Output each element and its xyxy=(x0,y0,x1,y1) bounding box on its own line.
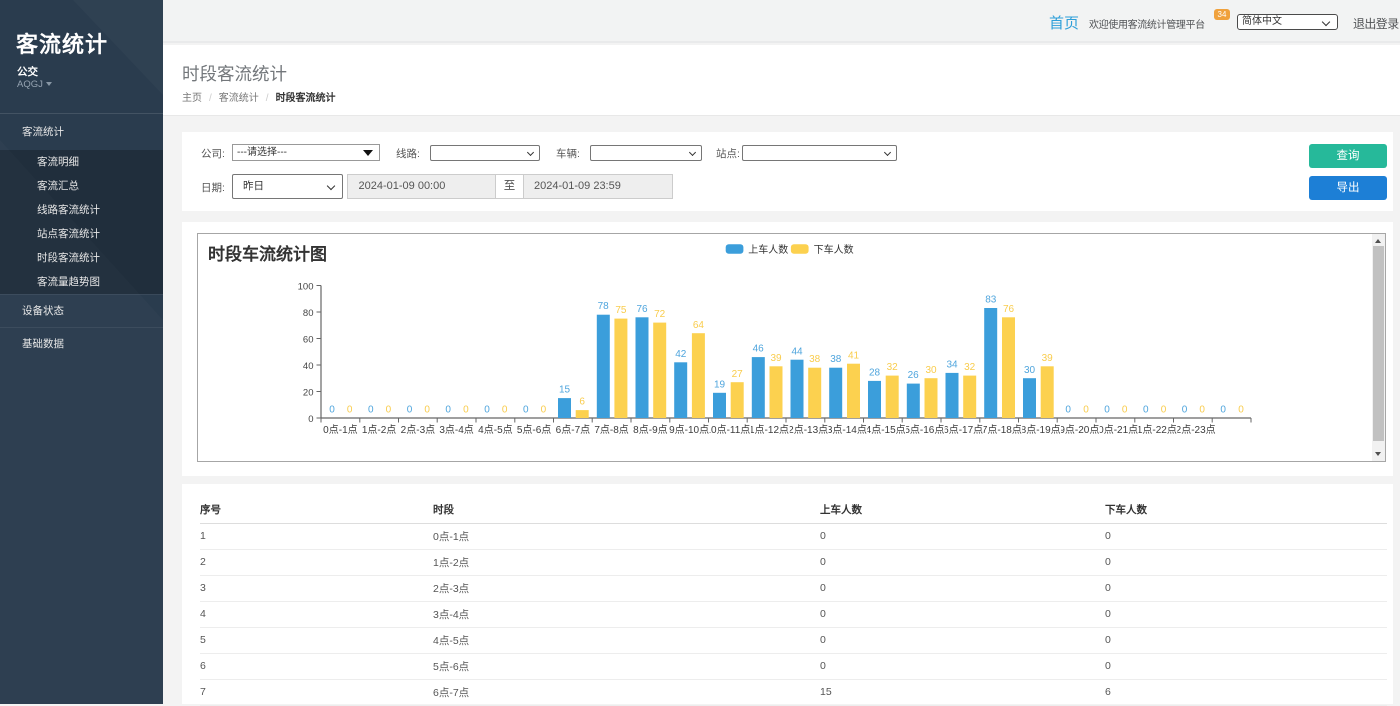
svg-text:64: 64 xyxy=(693,320,705,331)
svg-text:0: 0 xyxy=(523,405,529,416)
svg-text:39: 39 xyxy=(1042,353,1054,364)
svg-text:5点-6点: 5点-6点 xyxy=(517,424,551,436)
svg-text:75: 75 xyxy=(615,305,627,316)
svg-text:46: 46 xyxy=(753,344,765,355)
svg-text:2点-3点: 2点-3点 xyxy=(401,424,435,436)
svg-text:32: 32 xyxy=(887,362,899,373)
svg-text:0: 0 xyxy=(1161,405,1167,416)
svg-text:100: 100 xyxy=(298,282,314,293)
svg-text:78: 78 xyxy=(598,301,610,312)
svg-text:30: 30 xyxy=(925,365,937,376)
svg-text:0: 0 xyxy=(347,405,353,416)
svg-text:0: 0 xyxy=(1083,405,1089,416)
svg-text:41: 41 xyxy=(848,350,860,361)
svg-text:8点-9点: 8点-9点 xyxy=(633,424,667,436)
svg-text:76: 76 xyxy=(636,304,648,315)
svg-text:76: 76 xyxy=(1003,304,1015,315)
svg-text:0: 0 xyxy=(541,405,547,416)
svg-text:0: 0 xyxy=(1104,405,1110,416)
svg-text:26: 26 xyxy=(908,370,920,381)
svg-text:0: 0 xyxy=(1220,405,1226,416)
svg-text:0: 0 xyxy=(407,405,413,416)
svg-text:0: 0 xyxy=(1199,405,1205,416)
svg-text:6: 6 xyxy=(579,397,585,408)
svg-text:38: 38 xyxy=(830,354,842,365)
svg-text:上车人数: 上车人数 xyxy=(748,243,788,256)
svg-text:60: 60 xyxy=(303,335,314,346)
svg-text:39: 39 xyxy=(770,353,782,364)
svg-text:44: 44 xyxy=(791,346,803,357)
svg-text:0: 0 xyxy=(1182,405,1188,416)
svg-text:0: 0 xyxy=(484,405,490,416)
svg-text:0: 0 xyxy=(1122,405,1128,416)
svg-text:80: 80 xyxy=(303,308,314,319)
svg-text:7点-8点: 7点-8点 xyxy=(594,424,628,436)
svg-text:0: 0 xyxy=(502,405,508,416)
svg-text:10点-11点: 10点-11点 xyxy=(705,424,750,436)
svg-text:83: 83 xyxy=(985,295,997,306)
svg-text:28: 28 xyxy=(869,368,881,379)
svg-text:30: 30 xyxy=(1024,365,1036,376)
svg-text:0: 0 xyxy=(1143,405,1149,416)
svg-text:0: 0 xyxy=(368,405,374,416)
svg-text:9点-10点: 9点-10点 xyxy=(669,424,709,436)
svg-text:0: 0 xyxy=(445,405,451,416)
svg-text:0: 0 xyxy=(308,414,313,425)
svg-text:下车人数: 下车人数 xyxy=(814,243,854,256)
svg-text:38: 38 xyxy=(809,354,821,365)
svg-text:3点-4点: 3点-4点 xyxy=(439,424,473,436)
svg-text:6点-7点: 6点-7点 xyxy=(556,424,590,436)
svg-text:20: 20 xyxy=(303,388,314,399)
svg-text:0: 0 xyxy=(1238,405,1244,416)
svg-text:4点-5点: 4点-5点 xyxy=(478,424,512,436)
svg-text:40: 40 xyxy=(303,361,314,372)
svg-text:27: 27 xyxy=(732,369,744,380)
svg-text:42: 42 xyxy=(675,349,687,360)
svg-text:15: 15 xyxy=(559,385,571,396)
svg-text:0: 0 xyxy=(329,405,335,416)
svg-text:72: 72 xyxy=(654,309,666,320)
svg-text:0: 0 xyxy=(424,405,430,416)
svg-text:1点-2点: 1点-2点 xyxy=(362,424,396,436)
svg-text:0: 0 xyxy=(386,405,392,416)
svg-text:0点-1点: 0点-1点 xyxy=(323,424,357,436)
svg-text:34: 34 xyxy=(946,360,958,371)
svg-text:0: 0 xyxy=(463,405,469,416)
svg-text:19: 19 xyxy=(714,379,726,390)
svg-text:32: 32 xyxy=(964,362,976,373)
svg-text:0: 0 xyxy=(1065,405,1071,416)
